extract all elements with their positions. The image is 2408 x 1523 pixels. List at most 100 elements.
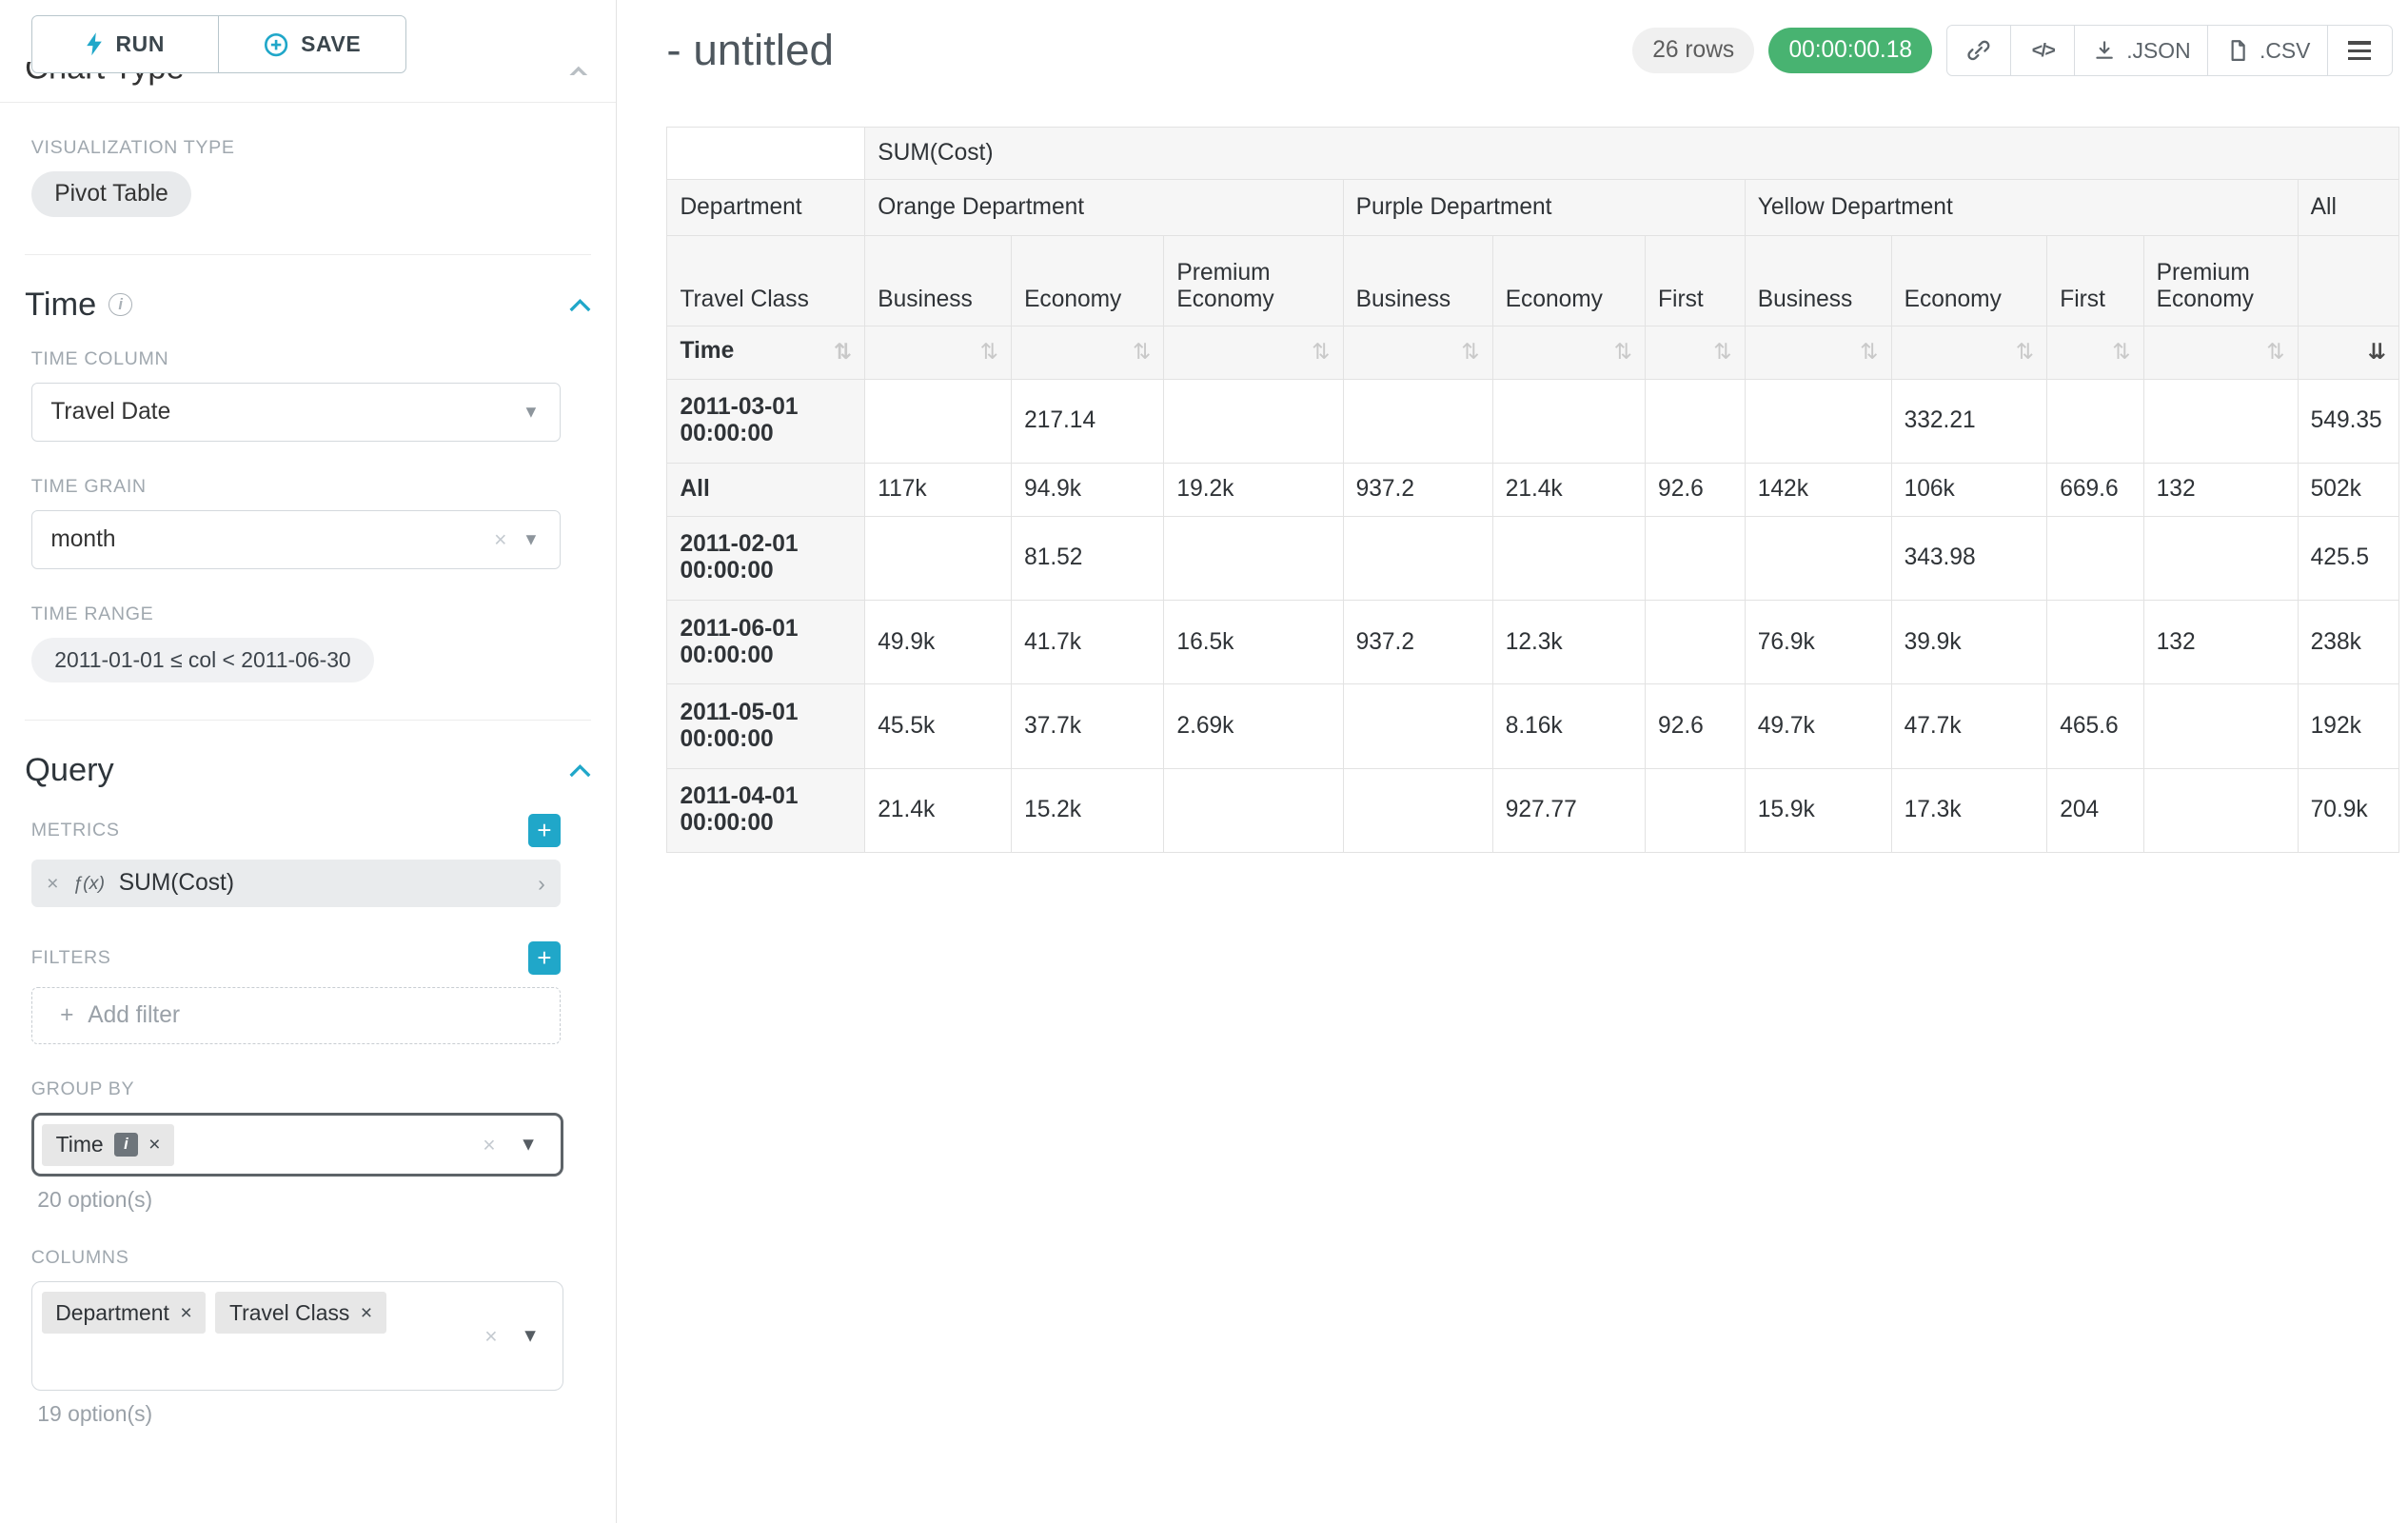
value-cell: 17.3k — [1891, 768, 2047, 852]
sort-cell[interactable]: ⇊ — [2298, 326, 2398, 379]
clear-icon[interactable]: × — [484, 1323, 497, 1349]
value-cell — [1745, 516, 1891, 600]
value-cell: 332.21 — [1891, 379, 2047, 463]
sort-icon[interactable]: ⇅ — [1614, 338, 1632, 366]
value-cell — [1343, 379, 1492, 463]
time-section-title: Time — [25, 287, 96, 324]
sort-header-row: Time⇅ ⇅ ⇅ ⇅ ⇅ ⇅ ⇅ ⇅ ⇅ ⇅ ⇅ ⇊ — [667, 326, 2399, 379]
value-cell — [2143, 379, 2298, 463]
clear-icon[interactable]: × — [494, 527, 506, 553]
row-label-cell: 2011-04-01 00:00:00 — [667, 768, 865, 852]
group-by-select[interactable]: Time i × × ▼ — [31, 1113, 564, 1177]
row-label-cell: 2011-03-01 00:00:00 — [667, 379, 865, 463]
chart-area: - untitled 26 rows 00:00:00.18 </> — [617, 0, 2408, 1523]
time-range-block: TIME RANGE 2011-01-01 ≤ col < 2011-06-30 — [0, 603, 616, 682]
export-json-button[interactable]: .JSON — [2074, 25, 2208, 76]
all-header-cell: All — [2298, 180, 2398, 236]
run-button[interactable]: RUN — [31, 15, 220, 73]
sort-icon[interactable]: ⇅ — [1133, 338, 1151, 366]
add-filter-plus-button[interactable]: + — [528, 941, 561, 974]
menu-button[interactable] — [2327, 25, 2393, 76]
download-icon — [2092, 38, 2117, 63]
sort-cell[interactable]: ⇅ — [2143, 326, 2298, 379]
value-cell: 76.9k — [1745, 600, 1891, 683]
value-cell — [1492, 379, 1645, 463]
group-by-options-hint: 20 option(s) — [37, 1187, 616, 1213]
sort-icon[interactable]: ⇅ — [1312, 338, 1330, 366]
value-cell: 502k — [2298, 463, 2398, 516]
row-label-cell: 2011-05-01 00:00:00 — [667, 684, 865, 768]
add-filter-button[interactable]: + Add filter — [31, 987, 561, 1045]
value-cell: 15.2k — [1011, 768, 1163, 852]
sort-cell[interactable]: ⇅ — [1343, 326, 1492, 379]
sort-cell[interactable]: ⇅ — [1164, 326, 1343, 379]
group-by-tag[interactable]: Time i × — [42, 1124, 174, 1166]
value-cell — [1343, 768, 1492, 852]
export-csv-button[interactable]: .CSV — [2207, 25, 2328, 76]
col-header-cell: Economy — [1011, 236, 1163, 326]
tag-label: Travel Class — [229, 1300, 349, 1326]
time-column-select[interactable]: Travel Date ▼ — [31, 383, 561, 442]
sort-cell[interactable]: ⇅ — [1011, 326, 1163, 379]
pivot-table: SUM(Cost) Department Orange Department P… — [666, 127, 2399, 853]
value-cell: 669.6 — [2047, 463, 2143, 516]
value-cell: 41.7k — [1011, 600, 1163, 683]
remove-tag-icon[interactable]: × — [361, 1301, 372, 1325]
sort-icon[interactable]: ⇅ — [2016, 338, 2034, 366]
add-metric-button[interactable]: + — [528, 814, 561, 846]
embed-code-button[interactable]: </> — [2010, 25, 2076, 76]
clear-icon[interactable]: × — [483, 1132, 495, 1157]
col-header-cell: Economy — [1492, 236, 1645, 326]
columns-tag[interactable]: Travel Class × — [215, 1292, 386, 1334]
value-cell: 45.5k — [865, 684, 1012, 768]
sort-cell[interactable]: ⇅ — [1745, 326, 1891, 379]
value-cell: 16.5k — [1164, 600, 1343, 683]
copy-link-button[interactable] — [1946, 25, 2012, 76]
metric-header-row: SUM(Cost) — [667, 127, 2399, 180]
remove-metric-icon[interactable]: × — [47, 872, 58, 896]
time-range-pill[interactable]: 2011-01-01 ≤ col < 2011-06-30 — [31, 638, 374, 682]
sort-icon[interactable]: ⇅ — [2266, 338, 2284, 366]
remove-tag-icon[interactable]: × — [180, 1301, 191, 1325]
sort-cell[interactable]: ⇅ — [1891, 326, 2047, 379]
fx-icon: ƒ(x) — [72, 873, 105, 895]
value-cell: 21.4k — [865, 768, 1012, 852]
query-timer-badge: 00:00:00.18 — [1768, 28, 1932, 72]
value-cell: 21.4k — [1492, 463, 1645, 516]
sort-cell[interactable]: ⇅ — [1645, 326, 1745, 379]
sort-cell[interactable]: ⇅ — [865, 326, 1012, 379]
remove-tag-icon[interactable]: × — [148, 1133, 160, 1157]
explore-view: Chart Type RUN SAVE VISUALIZATION TYPE P… — [0, 0, 2408, 1523]
save-button[interactable]: SAVE — [218, 15, 406, 73]
table-row: 2011-04-01 00:00:00 21.4k 15.2k 927.77 1… — [667, 768, 2399, 852]
viz-type-pill[interactable]: Pivot Table — [31, 171, 192, 217]
time-column-value: Travel Date — [50, 399, 170, 425]
time-header-cell[interactable]: Time⇅ — [667, 326, 865, 379]
sort-icon[interactable]: ⇅ — [2112, 338, 2130, 366]
columns-tag[interactable]: Department × — [42, 1292, 207, 1334]
group-header-cell: Purple Department — [1343, 180, 1745, 236]
sort-cell[interactable]: ⇅ — [2047, 326, 2143, 379]
collapse-chevron-icon[interactable] — [569, 763, 591, 778]
value-cell — [2143, 684, 2298, 768]
value-cell: 49.7k — [1745, 684, 1891, 768]
columns-select[interactable]: Department × Travel Class × × ▼ — [31, 1281, 564, 1391]
sort-icon[interactable]: ⇅ — [834, 338, 852, 366]
tag-label: Department — [55, 1300, 169, 1326]
sort-icon[interactable]: ⇅ — [1860, 338, 1878, 366]
metric-chip[interactable]: × ƒ(x) SUM(Cost) › — [31, 860, 561, 908]
sort-icon[interactable]: ⇅ — [1461, 338, 1479, 366]
corner-cell — [667, 127, 865, 180]
sort-cell[interactable]: ⇅ — [1492, 326, 1645, 379]
table-row: 2011-06-01 00:00:00 49.9k 41.7k 16.5k 93… — [667, 600, 2399, 683]
time-grain-select[interactable]: month × ▼ — [31, 510, 561, 569]
sort-icon[interactable]: ⇅ — [980, 338, 998, 366]
value-cell: 81.52 — [1011, 516, 1163, 600]
value-cell: 39.9k — [1891, 600, 2047, 683]
value-cell: 132 — [2143, 600, 2298, 683]
filters-label: FILTERS — [31, 947, 111, 969]
chart-title[interactable]: - untitled — [666, 26, 834, 75]
collapse-chevron-icon[interactable] — [569, 298, 591, 312]
sort-icon[interactable]: ⇅ — [1713, 338, 1731, 366]
sort-descending-icon[interactable]: ⇊ — [2368, 338, 2386, 366]
